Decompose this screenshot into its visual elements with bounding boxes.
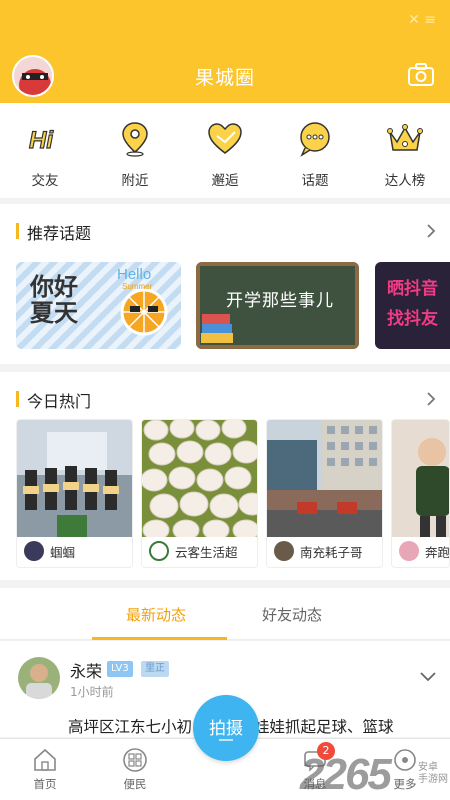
topic-subtitle: Summer [122,282,153,291]
hot-card[interactable]: 蝈蝈 [16,419,133,568]
heart-icon [205,120,245,158]
hot-image [392,420,449,537]
watermark-sub1: 安卓 [418,762,438,773]
section-title: 推荐话题 [27,224,92,243]
chevron-right-icon[interactable] [426,223,436,239]
post-time: 1小时前 [70,685,114,699]
today-hot-section: 今日热门 蝈蝈 云客生活超 南充耗子哥 奔跑 [0,372,450,580]
user-name: 南充耗子哥 [300,544,363,560]
hot-image [142,420,257,541]
quick-nav-nearby[interactable]: 附近 [90,103,180,198]
recommended-topics-section: 推荐话题 你好夏天 Hello Summer 开学那些事儿 晒抖音 找抖友 [0,204,450,364]
topic-title: 你好夏天 [30,273,78,327]
hot-card[interactable]: 奔跑 [391,419,450,568]
nav-label: 首页 [33,777,57,791]
hi-icon: Hi [25,120,65,158]
topic-card-school[interactable]: 开学那些事儿 [196,262,359,349]
hot-user: 云客生活超 [149,541,238,561]
grid-icon [122,747,148,773]
user-name: 云客生活超 [175,544,238,560]
svg-text:Hi: Hi [29,127,54,154]
quick-nav-ranking[interactable]: 达人榜 [360,103,450,198]
camera-icon[interactable] [406,60,436,90]
quick-nav-encounter[interactable]: 邂逅 [180,103,270,198]
quick-nav-label: 邂逅 [211,173,239,189]
chat-bubble-icon [295,120,335,158]
user-avatar [24,541,44,561]
hot-card[interactable]: 南充耗子哥 [266,419,383,568]
status-icons: ✕ ≡ [408,12,436,28]
watermark: 2265 安卓 手游网 [300,746,450,800]
quick-nav-label: 达人榜 [384,173,426,189]
avatar[interactable] [18,657,60,699]
chevron-down-icon[interactable] [420,667,436,682]
hot-user: 蝈蝈 [24,541,75,561]
section-marker [16,391,19,407]
hot-user: 南充耗子哥 [274,541,363,561]
topic-card-douyin[interactable]: 晒抖音 找抖友 [375,262,450,349]
quick-nav-label: 附近 [121,173,149,189]
topic-title: 开学那些事儿 [226,291,334,311]
watermark-sub: 安卓 手游网 [418,762,448,786]
home-icon [32,747,58,773]
watermark-text: 2265 [300,750,392,799]
crown-icon [385,120,425,158]
top-header: ✕ ≡ 果城圈 [0,0,450,103]
hot-user: 奔跑 [399,541,450,561]
capture-button[interactable]: 拍摄 [193,695,259,761]
nav-service[interactable]: 便民 [105,739,165,792]
level-badge: LV3 [107,661,133,677]
active-tab-indicator [92,637,227,640]
section-title: 今日热门 [27,392,92,411]
nav-home[interactable]: 首页 [15,739,75,792]
topic-subtitle: Hello [117,266,152,283]
hot-image [17,420,132,537]
page-title: 果城圈 [194,67,255,89]
feed-tabs: 最新动态 好友动态 [0,588,450,640]
chevron-right-icon[interactable] [426,391,436,407]
section-marker [16,223,19,239]
capture-button-label: 拍摄 [209,719,243,739]
topic-card-summer[interactable]: 你好夏天 Hello Summer [16,262,181,349]
tab-friends[interactable]: 好友动态 [262,604,322,625]
user-avatar [399,541,419,561]
watermark-sub2: 手游网 [418,774,448,785]
capture-button-line [219,739,233,741]
user-avatar [274,541,294,561]
section-header[interactable]: 推荐话题 [0,204,450,256]
hot-card[interactable]: 云客生活超 [141,419,258,568]
nav-label: 便民 [123,777,147,791]
section-header[interactable]: 今日热门 [0,372,450,424]
quick-nav-label: 话题 [301,173,329,189]
topic-title: 晒抖音 找抖友 [387,279,438,329]
hot-image [267,420,382,537]
title-badge: 里正 [141,661,169,677]
tab-latest[interactable]: 最新动态 [126,604,186,625]
location-pin-icon [115,120,155,158]
user-avatar [149,541,169,561]
quick-nav-topics[interactable]: 话题 [270,103,360,198]
user-name: 奔跑 [425,544,450,560]
quick-nav: Hi 交友 附近 邂逅 话题 达人榜 [0,103,450,198]
user-name: 蝈蝈 [50,544,76,560]
status-bar: ✕ ≡ [0,0,450,42]
quick-nav-label: 交友 [31,173,59,189]
post-author[interactable]: 永荣 [70,658,102,682]
quick-nav-friends[interactable]: Hi 交友 [0,103,90,198]
